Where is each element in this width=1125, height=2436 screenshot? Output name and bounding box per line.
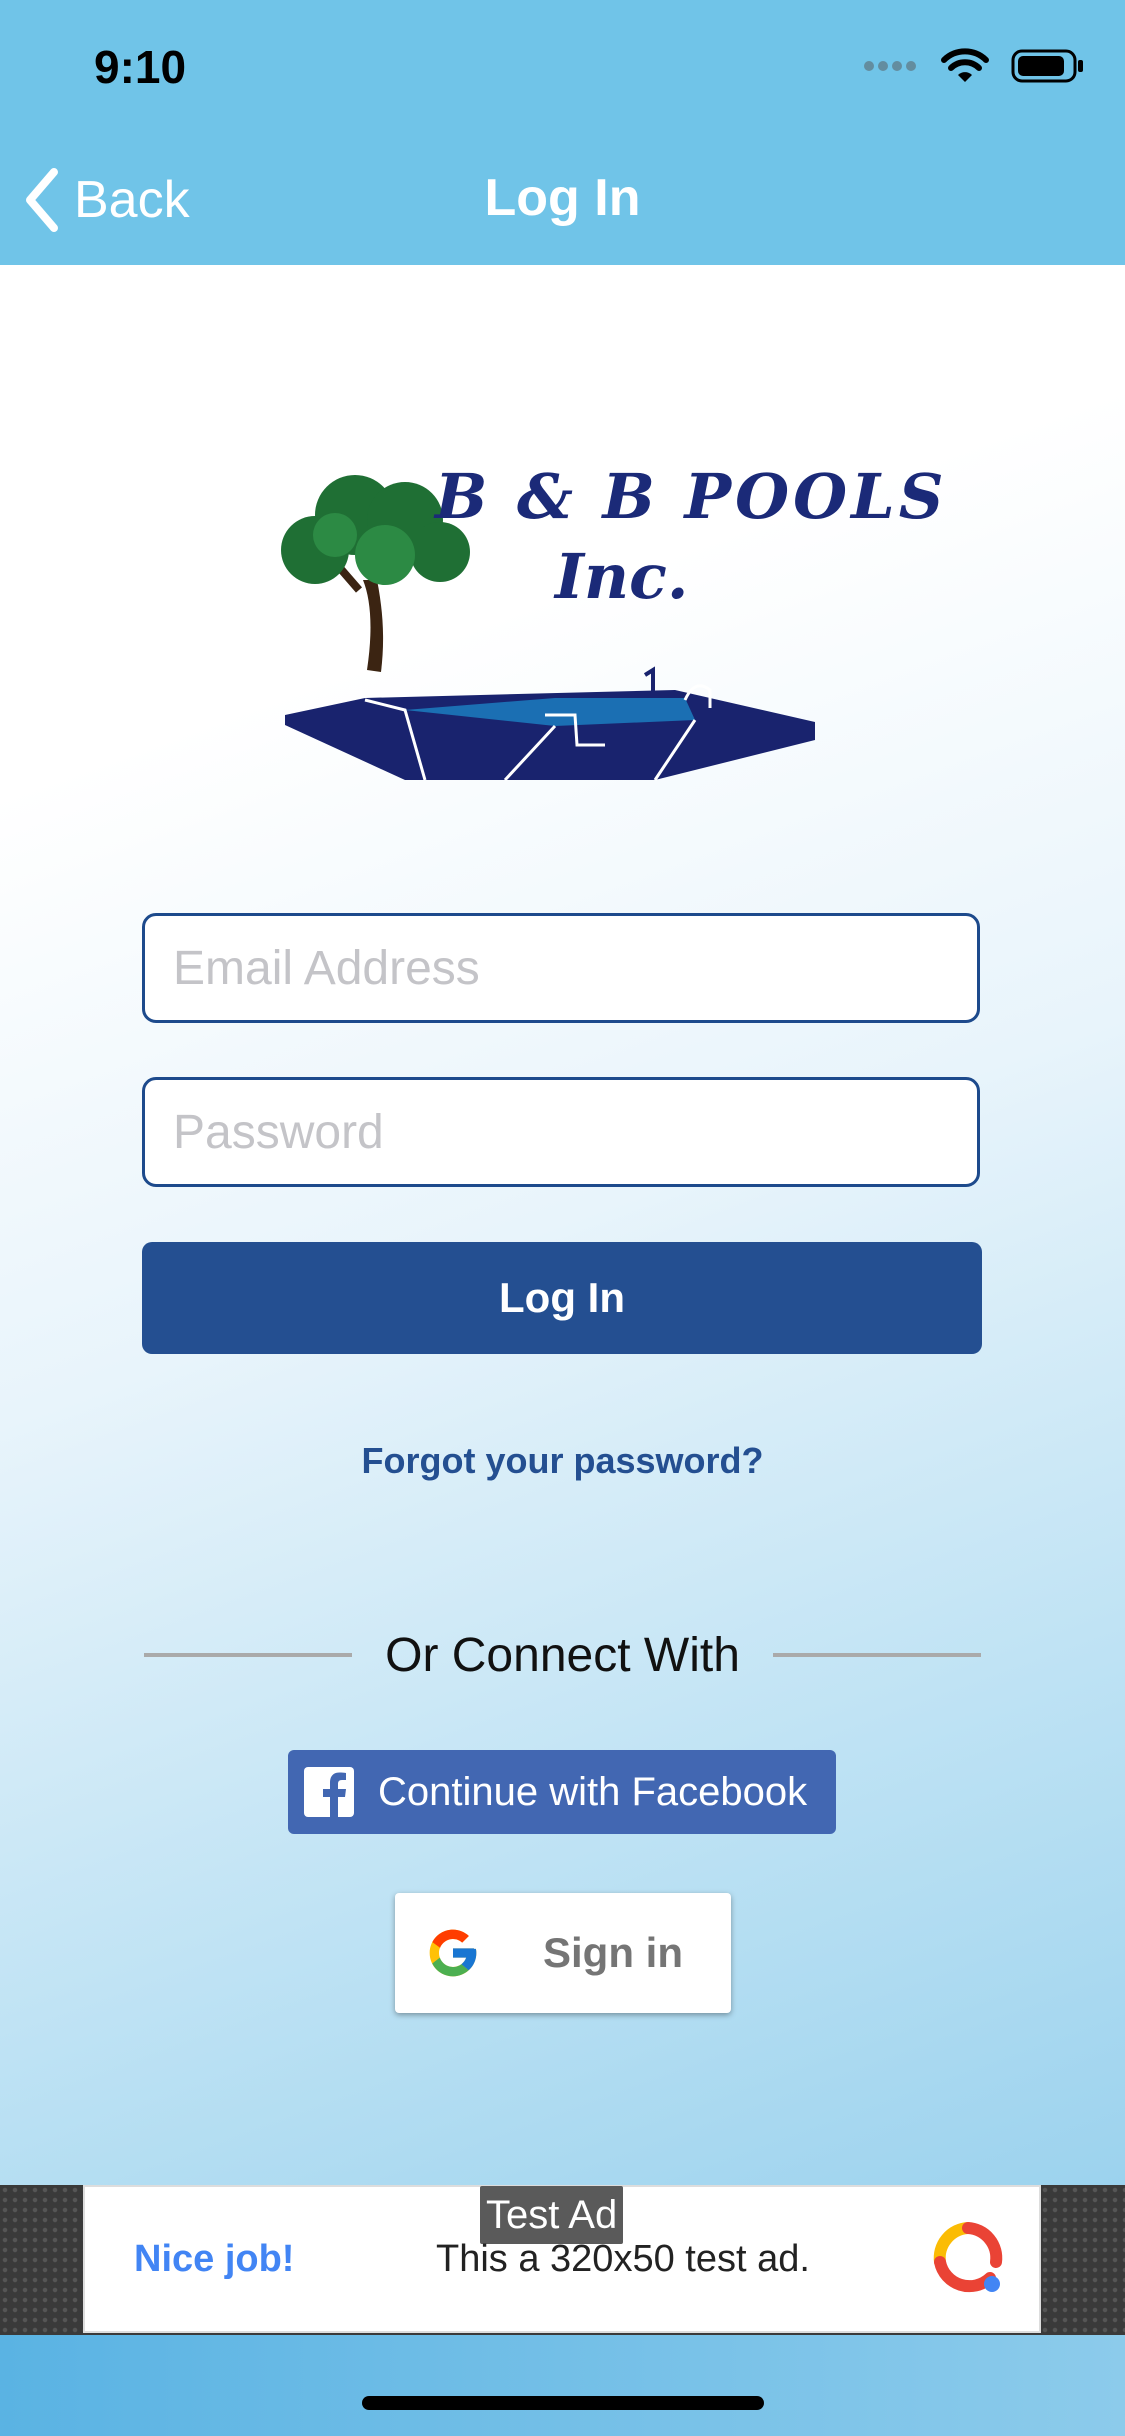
divider-right <box>773 1653 981 1657</box>
page-background <box>0 0 1125 2436</box>
navigation-bar: 9:10 Back Log In <box>0 0 1125 265</box>
page-title: Log In <box>484 169 641 227</box>
wifi-icon <box>941 48 989 82</box>
battery-icon <box>1011 49 1083 83</box>
signal-icon <box>864 61 916 71</box>
google-signin-button[interactable]: Sign in <box>395 1893 731 2013</box>
password-input[interactable] <box>145 1080 977 1184</box>
ad-tag: Test Ad <box>480 2186 624 2244</box>
logo-line1: B & B POOLS <box>435 460 948 533</box>
login-button[interactable]: Log In <box>142 1242 982 1354</box>
google-button-label: Sign in <box>543 1929 683 1976</box>
facebook-button-label: Continue with Facebook <box>378 1769 808 1814</box>
forgot-password-link[interactable]: Forgot your password? <box>0 1440 1125 1482</box>
status-icons <box>863 48 1085 84</box>
google-icon <box>429 1929 477 1977</box>
facebook-login-button[interactable]: Continue with Facebook <box>288 1750 836 1834</box>
email-field[interactable] <box>142 913 980 1023</box>
logo-line2: Inc. <box>555 540 689 613</box>
home-indicator[interactable] <box>362 2396 764 2410</box>
ad-body: This a 320x50 test ad. <box>436 2238 810 2280</box>
email-input[interactable] <box>145 916 977 1020</box>
ad-headline[interactable]: Nice job! <box>134 2238 294 2281</box>
bottom-area <box>0 2335 1125 2436</box>
status-time: 9:10 <box>94 41 187 93</box>
company-logo: B & B POOLS Inc. <box>255 440 944 790</box>
ad-network-logo-icon <box>933 2222 1003 2293</box>
password-field[interactable] <box>142 1077 980 1187</box>
facebook-icon <box>304 1767 354 1817</box>
